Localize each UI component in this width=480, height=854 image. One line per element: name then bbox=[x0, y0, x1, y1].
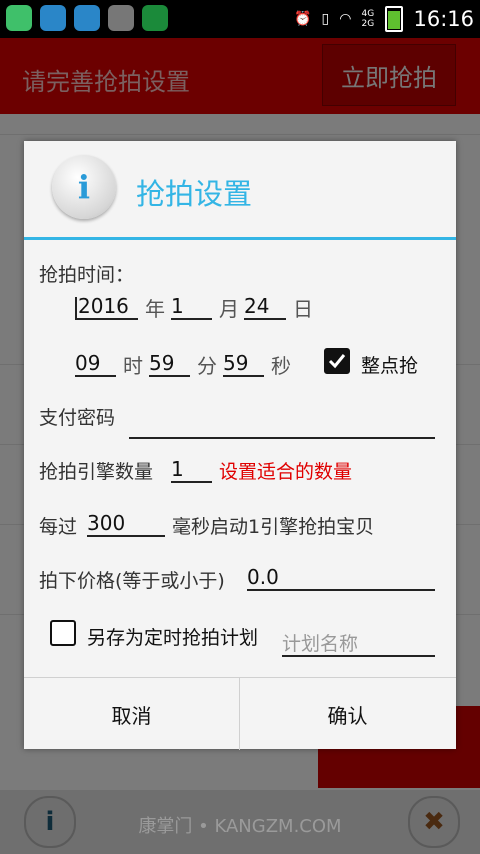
alarm-icon: ⏰ bbox=[294, 11, 312, 27]
background-row bbox=[0, 134, 480, 135]
app-bar: 请完善抢拍设置 立即抢拍 bbox=[0, 38, 480, 114]
status-indicators: ⏰ ▯ ◠ 4G 2G 16:16 bbox=[294, 0, 474, 38]
vibrate-icon: ▯ bbox=[321, 11, 330, 27]
engine-count-field[interactable]: 1 bbox=[171, 455, 212, 483]
month-unit: 月 bbox=[219, 297, 239, 321]
password-label: 支付密码 bbox=[39, 407, 116, 429]
month-field[interactable]: 1 bbox=[171, 292, 212, 320]
dialog-title: 抢拍设置 bbox=[136, 177, 253, 211]
cancel-button[interactable]: 取消 bbox=[24, 678, 239, 750]
app-notification-icon bbox=[6, 5, 32, 31]
plan-name-placeholder: 计划名称 bbox=[282, 633, 359, 655]
network-type: 4G 2G bbox=[361, 9, 375, 29]
day-unit: 日 bbox=[293, 297, 313, 321]
close-icon[interactable]: ✖ bbox=[408, 796, 460, 848]
wifi-icon: ◠ bbox=[339, 11, 352, 27]
second-field[interactable]: 59 bbox=[223, 349, 264, 377]
engine-count-hint: 设置适合的数量 bbox=[219, 461, 353, 483]
weather-icon bbox=[40, 5, 66, 31]
clock: 16:16 bbox=[413, 7, 474, 31]
minute-unit: 分 bbox=[197, 354, 217, 378]
interval-suffix: 毫秒启动1引擎抢拍宝贝 bbox=[172, 516, 375, 538]
security-icon bbox=[142, 5, 168, 31]
on-the-hour-label[interactable]: 整点抢 bbox=[361, 351, 418, 378]
interval-prefix: 每过 bbox=[39, 516, 78, 538]
minute-field[interactable]: 59 bbox=[149, 349, 190, 377]
status-bar: ⏰ ▯ ◠ 4G 2G 16:16 bbox=[0, 0, 480, 38]
image-icon bbox=[108, 5, 134, 31]
engine-count-label: 抢拍引擎数量 bbox=[39, 461, 154, 483]
save-plan-label[interactable]: 另存为定时抢拍计划 bbox=[87, 623, 258, 650]
confirm-button[interactable]: 确认 bbox=[240, 678, 455, 750]
battery-icon bbox=[385, 6, 404, 32]
info-icon: i bbox=[52, 155, 116, 219]
page-title: 请完善抢拍设置 bbox=[22, 68, 190, 96]
grab-time-label: 抢拍时间： bbox=[39, 264, 135, 286]
price-label: 拍下价格(等于或小于) bbox=[39, 570, 225, 592]
plan-name-field[interactable]: 计划名称 bbox=[282, 629, 435, 657]
hour-unit: 时 bbox=[123, 354, 143, 378]
notification-icons bbox=[6, 5, 168, 31]
day-field[interactable]: 24 bbox=[244, 292, 286, 320]
checkbox-checked-icon bbox=[328, 354, 346, 369]
grab-now-button[interactable]: 立即抢拍 bbox=[322, 44, 456, 106]
interval-field[interactable]: 300 bbox=[87, 509, 165, 537]
hour-field[interactable]: 09 bbox=[75, 349, 116, 377]
password-field[interactable] bbox=[129, 411, 435, 439]
year-unit: 年 bbox=[145, 297, 165, 321]
second-unit: 秒 bbox=[271, 354, 291, 378]
price-field[interactable]: 0.0 bbox=[247, 563, 435, 591]
save-plan-checkbox[interactable] bbox=[50, 620, 76, 646]
on-the-hour-checkbox[interactable] bbox=[324, 348, 350, 374]
info-icon[interactable]: i bbox=[24, 796, 76, 848]
weather-icon-2 bbox=[74, 5, 100, 31]
year-field[interactable]: 2016 bbox=[75, 292, 138, 320]
grab-settings-dialog: i 抢拍设置 抢拍时间： 2016 年 1 月 24 日 09 时 59 分 5… bbox=[24, 141, 456, 750]
dialog-buttons: 取消 确认 bbox=[24, 677, 456, 750]
dialog-header: i 抢拍设置 bbox=[24, 141, 456, 240]
